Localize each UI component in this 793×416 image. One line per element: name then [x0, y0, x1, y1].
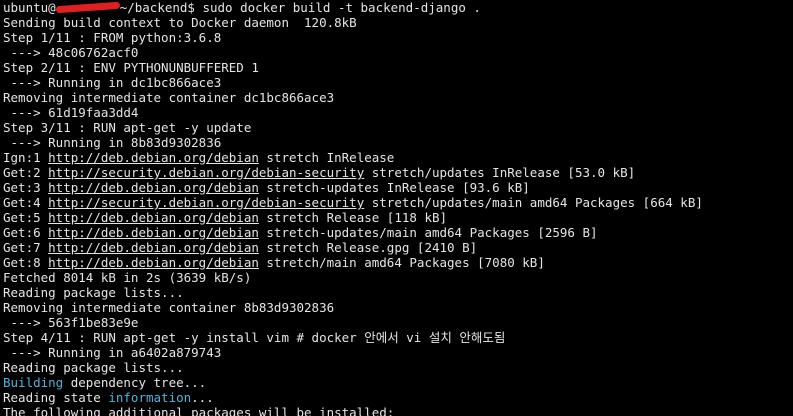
output-line: The following additional packages will b…	[3, 405, 793, 416]
output-text: ---> 563f1be83e9e	[3, 315, 139, 330]
output-text: Get:5	[3, 210, 49, 225]
output-text: dependency tree...	[63, 375, 207, 390]
url-link[interactable]: http://deb.debian.org/debian	[48, 240, 259, 255]
output-line: Get:7 http://deb.debian.org/debian stret…	[3, 240, 793, 255]
output-text: Get:8	[3, 255, 49, 270]
output-line: Step 1/11 : FROM python:3.6.8	[3, 30, 793, 45]
url-link[interactable]: http://deb.debian.org/debian	[48, 150, 259, 165]
output-line: Step 4/11 : RUN apt-get -y install vim #…	[3, 330, 793, 345]
output-line: Get:8 http://deb.debian.org/debian stret…	[3, 255, 793, 270]
output-line: Get:6 http://deb.debian.org/debian stret…	[3, 225, 793, 240]
output-line: Building dependency tree...	[3, 375, 793, 390]
output-text: stretch-updates InRelease [93.6 kB]	[258, 180, 530, 195]
output-text: ---> Running in 8b83d9302836	[3, 135, 222, 150]
output-line: Get:4 http://security.debian.org/debian-…	[3, 195, 793, 210]
output-line: ---> Running in 8b83d9302836	[3, 135, 793, 150]
url-link[interactable]: http://deb.debian.org/debian	[48, 225, 259, 240]
output-line: Get:3 http://deb.debian.org/debian stret…	[3, 180, 793, 195]
output-line: Ign:1 http://deb.debian.org/debian stret…	[3, 150, 793, 165]
output-line: Fetched 8014 kB in 2s (3639 kB/s)	[3, 270, 793, 285]
url-link[interactable]: http://deb.debian.org/debian	[48, 180, 259, 195]
output-text: Fetched 8014 kB in 2s (3639 kB/s)	[3, 270, 252, 285]
output-text: stretch/updates/main amd64 Packages [664…	[364, 195, 703, 210]
output-line: ---> 48c06762acf0	[3, 45, 793, 60]
output-text: Sending build context to Docker daemon 1…	[3, 15, 357, 30]
output-text: ---> 61d19faa3dd4	[3, 105, 139, 120]
output-line: Step 3/11 : RUN apt-get -y update	[3, 120, 793, 135]
output-text: stretch/updates InRelease [53.0 kB]	[364, 165, 636, 180]
output-text: Step 3/11 : RUN apt-get -y update	[3, 120, 252, 135]
output-text: stretch Release [118 kB]	[258, 210, 448, 225]
output-line: Reading state information...	[3, 390, 793, 405]
output-line: Get:2 http://security.debian.org/debian-…	[3, 165, 793, 180]
output-line: Get:5 http://deb.debian.org/debian stret…	[3, 210, 793, 225]
output-text: Reading state	[3, 390, 109, 405]
output-text: stretch-updates/main amd64 Packages [259…	[258, 225, 598, 240]
output-text: Removing intermediate container 8b83d930…	[3, 300, 335, 315]
output-text: information	[108, 390, 192, 405]
output-text: Removing intermediate container dc1bc866…	[3, 90, 335, 105]
output-line: ---> 563f1be83e9e	[3, 315, 793, 330]
output-line: Sending build context to Docker daemon 1…	[3, 15, 793, 30]
output-text: ...	[191, 390, 214, 405]
url-link[interactable]: http://deb.debian.org/debian	[48, 210, 259, 225]
output-text: ---> 48c06762acf0	[3, 45, 139, 60]
output-line: Removing intermediate container 8b83d930…	[3, 300, 793, 315]
output-line: Removing intermediate container dc1bc866…	[3, 90, 793, 105]
output-text: Step 2/11 : ENV PYTHONUNBUFFERED 1	[3, 60, 259, 75]
url-link[interactable]: http://deb.debian.org/debian	[48, 255, 259, 270]
output-text: Step 1/11 : FROM python:3.6.8	[3, 30, 222, 45]
output-text: Get:3	[3, 180, 49, 195]
output-text: stretch/main amd64 Packages [7080 kB]	[258, 255, 545, 270]
prompt-path: ~/backend$	[119, 0, 195, 15]
prompt-command: sudo docker build -t backend-django .	[194, 0, 481, 15]
output-text: ---> Running in a6402a879743	[3, 345, 222, 360]
url-link[interactable]: http://security.debian.org/debian-securi…	[48, 165, 364, 180]
output-text: Step 4/11 : RUN apt-get -y install vim #…	[3, 330, 506, 345]
url-link[interactable]: http://security.debian.org/debian-securi…	[48, 195, 364, 210]
output-line: Step 2/11 : ENV PYTHONUNBUFFERED 1	[3, 60, 793, 75]
output-line: Reading package lists...	[3, 360, 793, 375]
output-text: Get:6	[3, 225, 49, 240]
output-text: Building	[3, 375, 64, 390]
prompt-user: ubuntu@	[3, 0, 56, 15]
output-text: Get:2	[3, 165, 49, 180]
output-line: ---> Running in dc1bc866ace3	[3, 75, 793, 90]
output-text: Ign:1	[3, 150, 49, 165]
prompt-line: ubuntu@ ~/backend$ sudo docker build -t b…	[3, 0, 793, 15]
terminal-window[interactable]: ubuntu@ ~/backend$ sudo docker build -t b…	[0, 0, 793, 416]
output-text: Reading package lists...	[3, 285, 184, 300]
output-line: ---> 61d19faa3dd4	[3, 105, 793, 120]
output-line: ---> Running in a6402a879743	[3, 345, 793, 360]
output-line: Reading package lists...	[3, 285, 793, 300]
output-text: Reading package lists...	[3, 360, 184, 375]
output-text: Get:7	[3, 240, 49, 255]
output-text: Get:4	[3, 195, 49, 210]
redaction-mark	[55, 1, 120, 13]
output-text: ---> Running in dc1bc866ace3	[3, 75, 222, 90]
output-text: stretch Release.gpg [2410 B]	[258, 240, 478, 255]
output-text: stretch InRelease	[258, 150, 395, 165]
output-text: The following additional packages will b…	[3, 405, 395, 416]
terminal-output: Sending build context to Docker daemon 1…	[3, 15, 793, 416]
